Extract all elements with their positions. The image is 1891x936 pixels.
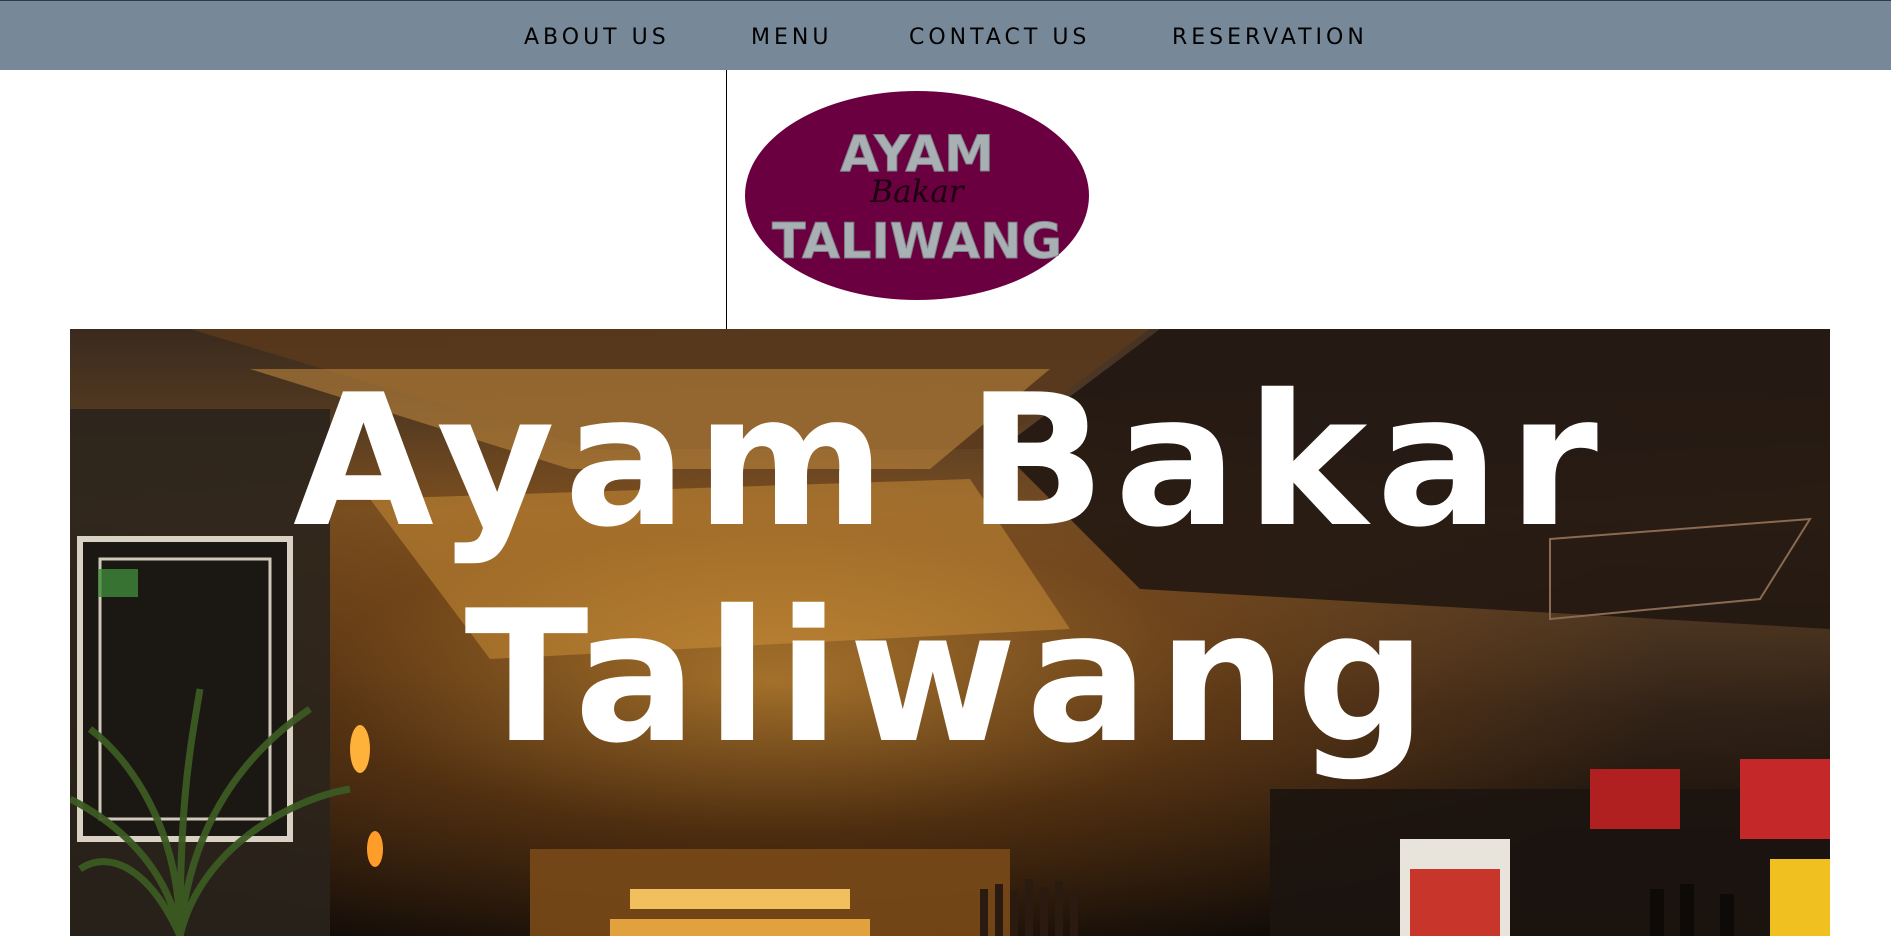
logo-text-taliwang: TALIWANG bbox=[772, 213, 1062, 270]
vertical-divider bbox=[726, 70, 727, 329]
nav-link-about-us[interactable]: ABOUT US bbox=[524, 25, 670, 51]
nav-list: ABOUT US MENU CONTACT US RESERVATION bbox=[0, 1, 1891, 71]
nav-link-reservation[interactable]: RESERVATION bbox=[1172, 25, 1368, 51]
logo-text-bakar: Bakar bbox=[869, 174, 966, 210]
restaurant-logo: AYAM Bakar TALIWANG bbox=[745, 91, 1089, 300]
nav-link-menu[interactable]: MENU bbox=[751, 25, 832, 51]
top-navbar: ABOUT US MENU CONTACT US RESERVATION bbox=[0, 0, 1891, 70]
hero-banner: Ayam Bakar Taliwang bbox=[70, 329, 1830, 936]
hero-title: Ayam Bakar Taliwang bbox=[293, 355, 1607, 783]
nav-link-contact-us[interactable]: CONTACT US bbox=[909, 25, 1090, 51]
logo-graphic: AYAM Bakar TALIWANG bbox=[772, 125, 1063, 271]
